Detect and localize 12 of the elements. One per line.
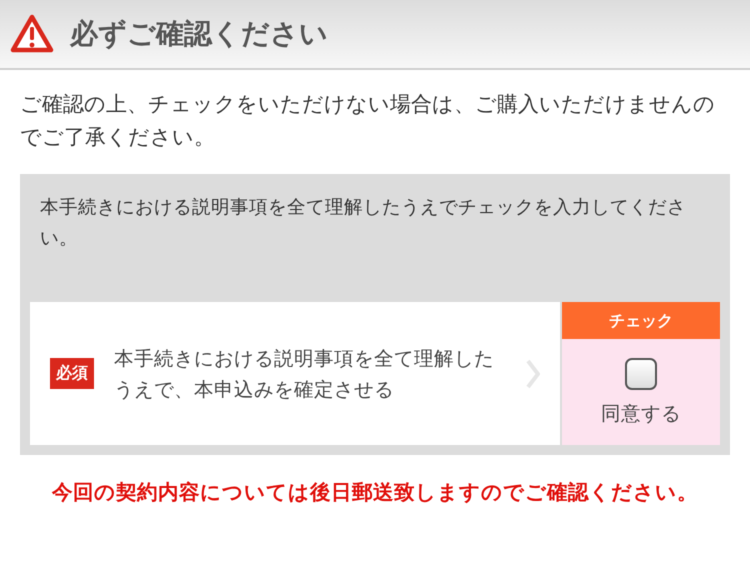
chevron-icon xyxy=(526,358,540,388)
warning-icon xyxy=(10,14,54,54)
notice-text: 今回の契約内容については後日郵送致しますのでご確認ください。 xyxy=(50,479,699,506)
agree-label: 同意する xyxy=(601,400,681,426)
intro-text: ご確認の上、チェックをいただけない場合は、ご購入いただけませんのでご了承ください。 xyxy=(20,91,716,151)
agreement-text: 本手続きにおける説明事項を全て理解したうえで、本申込みを確定させる xyxy=(114,346,495,402)
check-header: チェック xyxy=(562,302,720,339)
agreement-item[interactable]: 必須 本手続きにおける説明事項を全て理解したうえで、本申込みを確定させる xyxy=(30,302,560,445)
agree-checkbox[interactable] xyxy=(625,358,657,390)
instruction-text: 本手続きにおける説明事項を全て理解したうえでチェックを入力してください。 xyxy=(40,196,687,251)
required-badge: 必須 xyxy=(50,358,94,389)
header-title: 必ずご確認ください xyxy=(70,16,328,52)
